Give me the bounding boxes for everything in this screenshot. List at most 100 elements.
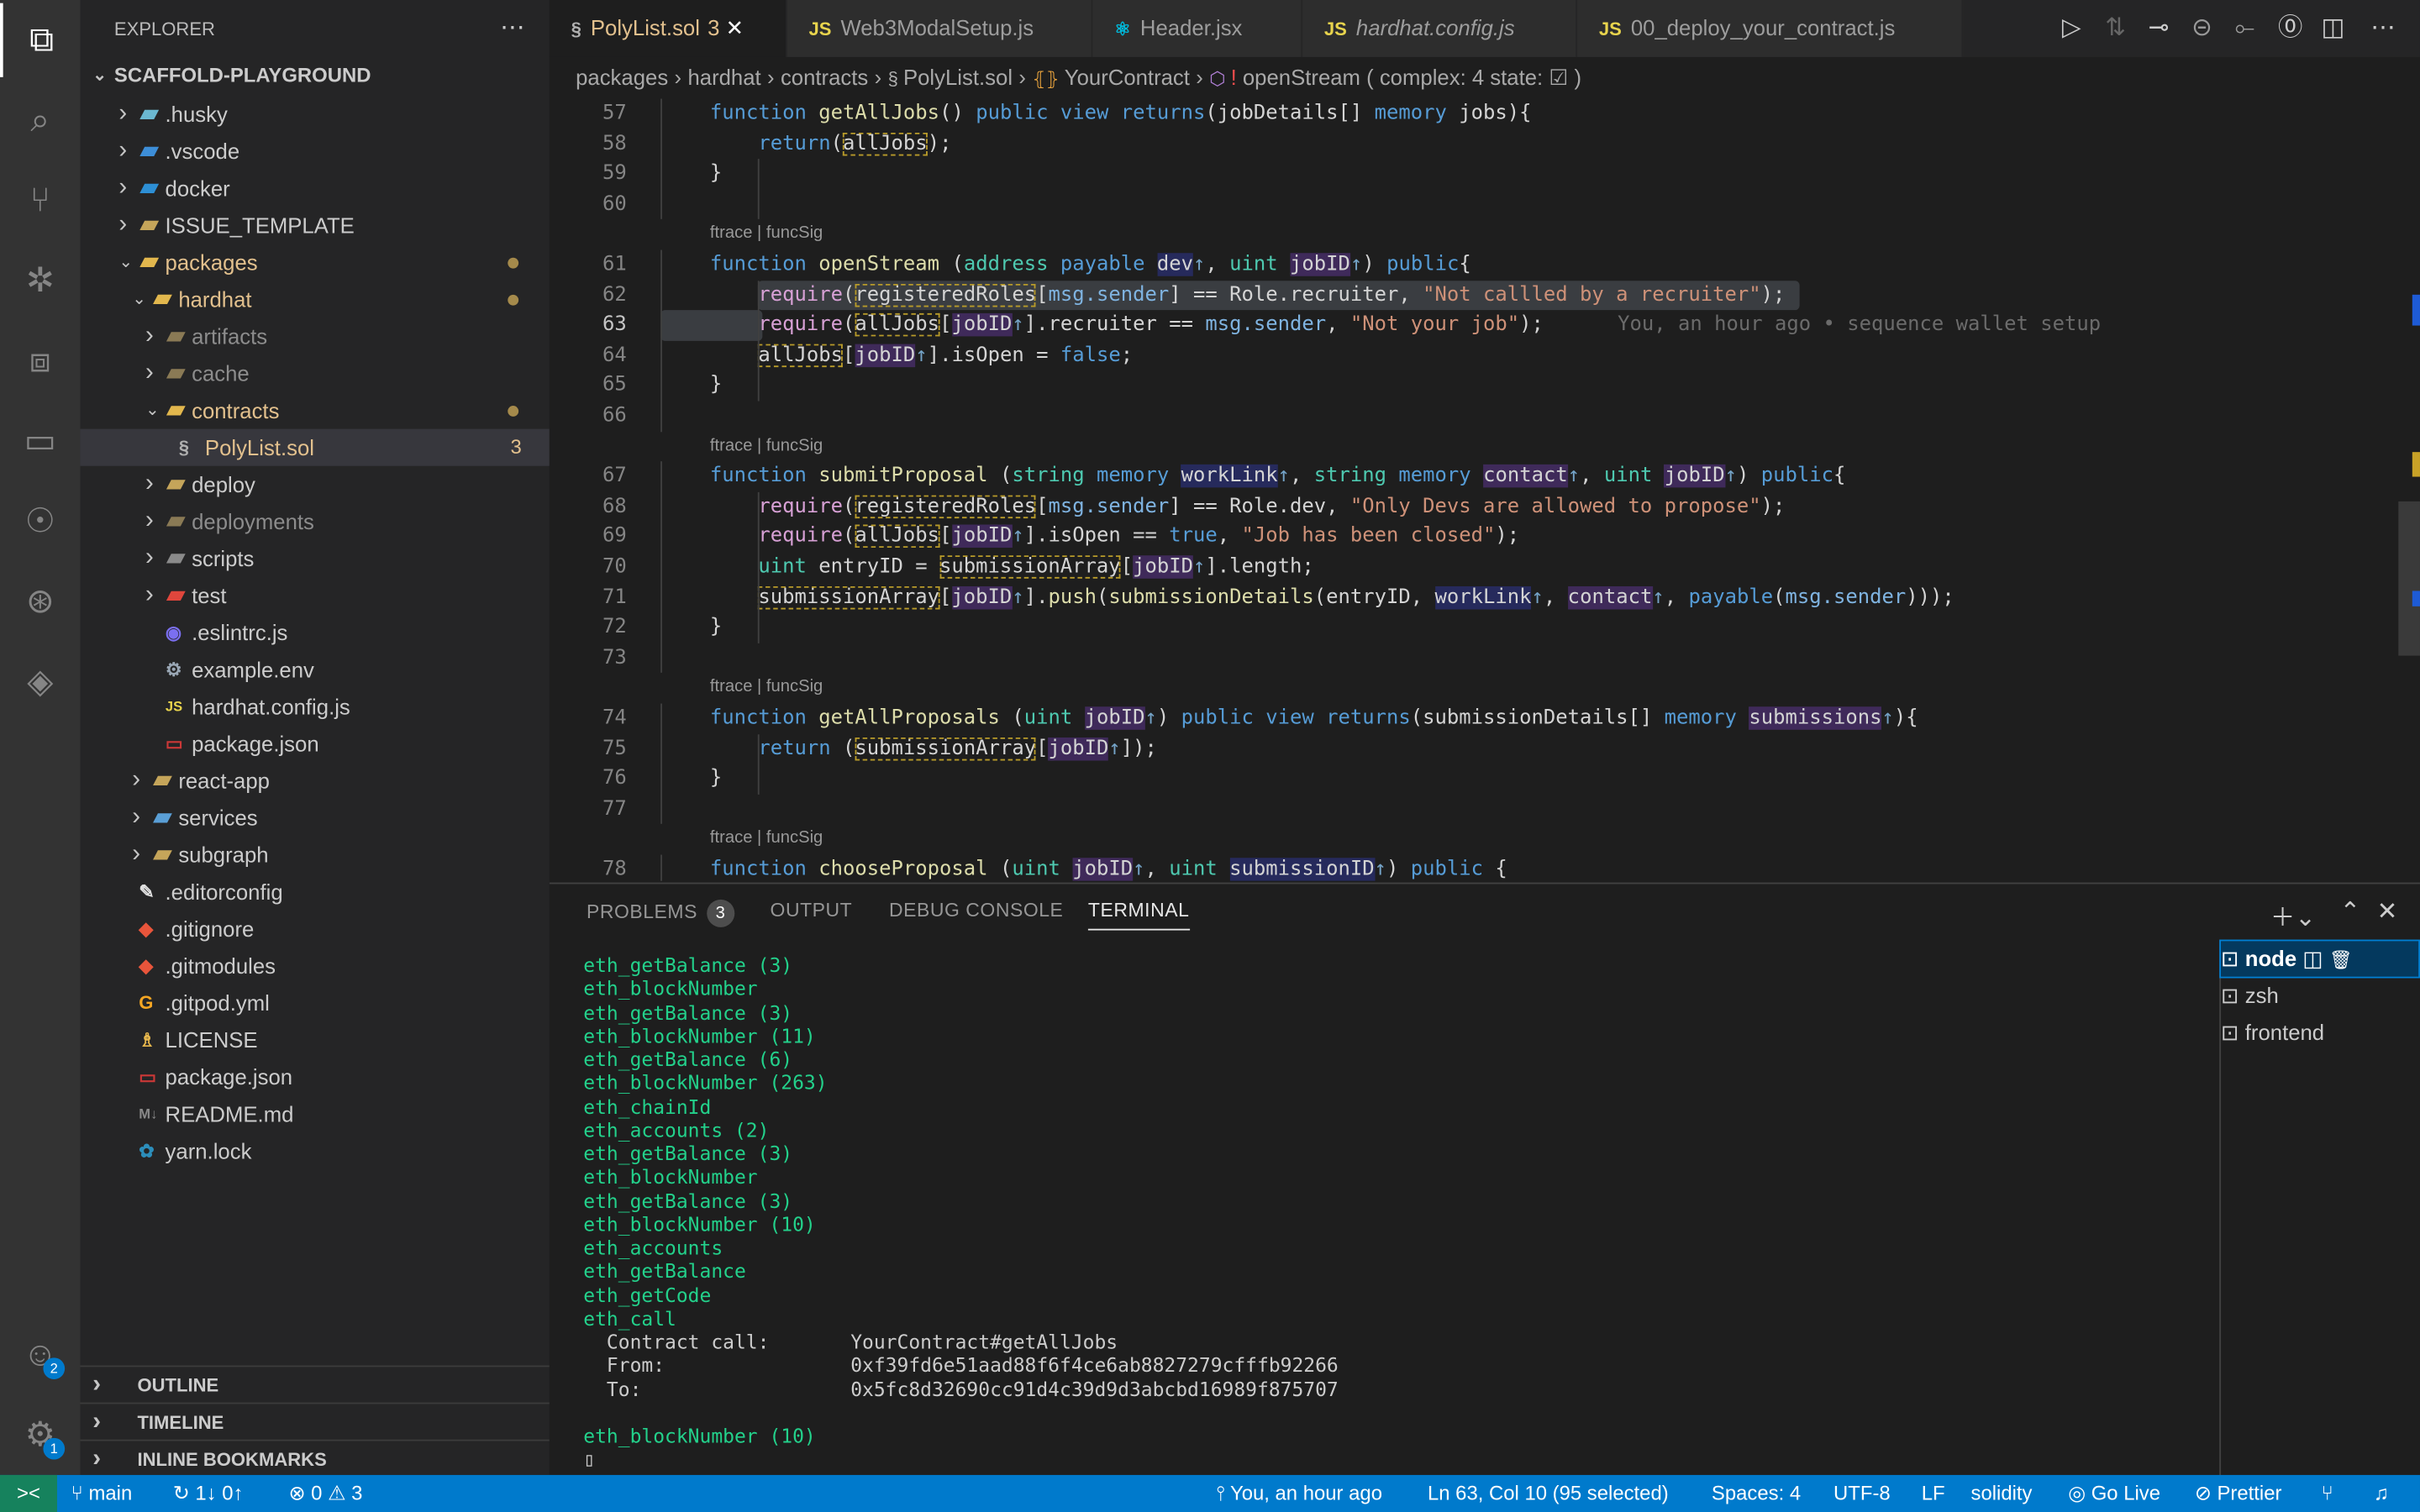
- section-outline[interactable]: › OUTLINE: [80, 1365, 550, 1404]
- live-share-icon[interactable]: ⑂: [2321, 1475, 2333, 1512]
- code-line[interactable]: 57 function getAllJobs() public view retu…: [550, 99, 2420, 129]
- tree-item[interactable]: ⌄ ▰ contracts: [81, 392, 550, 429]
- code-line[interactable]: 78 function chooseProposal (uint jobID↑, …: [550, 855, 2420, 881]
- line-ending[interactable]: LF: [1922, 1475, 1945, 1512]
- accounts-button[interactable]: ☺ 2: [0, 1318, 81, 1392]
- activity-remote-explorer[interactable]: ▭: [0, 404, 81, 478]
- more-actions-icon[interactable]: ⋯: [2370, 0, 2395, 57]
- codelens-links[interactable]: ftrace | funcSig: [710, 825, 823, 855]
- breadcrumb-item[interactable]: packages: [576, 65, 668, 89]
- code-line[interactable]: 65}: [550, 371, 2420, 402]
- cursor-position[interactable]: Ln 63, Col 10 (95 selected): [1428, 1475, 1669, 1512]
- code-line[interactable]: 59}: [550, 160, 2420, 190]
- encoding[interactable]: UTF-8: [1833, 1475, 1891, 1512]
- tree-item[interactable]: ✿ yarn.lock: [81, 1132, 550, 1169]
- tree-item[interactable]: › ▰ .vscode: [81, 133, 550, 170]
- code-line[interactable]: 73: [550, 643, 2420, 674]
- tree-item[interactable]: M↓ README.md: [81, 1095, 550, 1132]
- tree-item[interactable]: ⌄ ▰ hardhat: [81, 281, 550, 318]
- tree-item[interactable]: › ▰ ISSUE_TEMPLATE: [81, 207, 550, 244]
- manage-button[interactable]: ⚙ 1: [0, 1398, 81, 1472]
- solidity-action-icon[interactable]: ⓪: [2278, 0, 2302, 57]
- trash-icon[interactable]: 🗑: [2329, 949, 2353, 971]
- code-line[interactable]: 74 function getAllProposals (uint jobID↑)…: [550, 704, 2420, 734]
- tree-item[interactable]: G .gitpod.yml: [81, 984, 550, 1021]
- tree-item[interactable]: › ▰ scripts: [81, 540, 550, 577]
- new-terminal-icon[interactable]: ＋⌄: [2270, 896, 2316, 933]
- go-live-button[interactable]: ◎ Go Live: [2068, 1475, 2160, 1512]
- tree-item[interactable]: › ▰ deployments: [81, 503, 550, 540]
- code-line[interactable]: 63 require(allJobs[jobID↑].recruiter == …: [550, 311, 2420, 341]
- code-line[interactable]: 69 require(allJobs[jobID↑].isOpen == tru…: [550, 522, 2420, 553]
- tree-item[interactable]: › ▰ deploy: [81, 466, 550, 503]
- activity-explorer[interactable]: ⧉: [0, 3, 81, 77]
- code-line[interactable]: 66: [550, 402, 2420, 432]
- activity-run-debug[interactable]: ✲: [0, 244, 81, 318]
- tree-item[interactable]: › ▰ subgraph: [81, 837, 550, 874]
- tree-item[interactable]: JS hardhat.config.js: [81, 688, 550, 725]
- tree-item[interactable]: ◉ .eslintrc.js: [81, 614, 550, 651]
- breadcrumb-item[interactable]: PolyList.sol: [903, 65, 1013, 89]
- code-line[interactable]: 75 return (submissionArray[jobID↑]);: [550, 734, 2420, 764]
- tree-item[interactable]: § PolyList.sol 3: [80, 428, 550, 466]
- tree-item[interactable]: › ▰ services: [81, 799, 550, 836]
- tab-web3modalsetup-js[interactable]: JS Web3ModalSetup.js: [786, 0, 1093, 57]
- tree-item[interactable]: ▭ package.json: [81, 1058, 550, 1095]
- code-line[interactable]: 64 allJobs[jobID↑].isOpen = false;: [550, 341, 2420, 371]
- activity-search[interactable]: ⌕: [0, 83, 81, 157]
- breadcrumb-item[interactable]: openStream ( complex: 4 state: ☑ ): [1243, 65, 1581, 89]
- code-line[interactable]: 58 return(allJobs);: [550, 129, 2420, 160]
- tree-item[interactable]: › ▰ artifacts: [81, 318, 550, 354]
- section-inline-bookmarks[interactable]: › INLINE BOOKMARKS: [80, 1439, 550, 1478]
- tree-item[interactable]: ◆ .gitignore: [81, 911, 550, 948]
- codelens-links[interactable]: ftrace | funcSig: [710, 220, 823, 250]
- activity-github[interactable]: ☉: [0, 485, 81, 559]
- notifications-icon[interactable]: ♫: [2374, 1475, 2389, 1512]
- git-next-icon[interactable]: ⟜: [2235, 0, 2255, 57]
- code-line[interactable]: 67 function submitProposal (string memory…: [550, 462, 2420, 492]
- tree-item[interactable]: › ▰ .husky: [81, 96, 550, 133]
- code-line[interactable]: 72}: [550, 613, 2420, 643]
- indentation[interactable]: Spaces: 4: [1712, 1475, 1801, 1512]
- code-line[interactable]: 62 require(registeredRoles[msg.sender] =…: [550, 281, 2420, 311]
- terminal-output[interactable]: eth_getBalance (3) eth_blockNumber eth_get…: [583, 953, 1338, 1471]
- activity-extensions[interactable]: ⧈: [0, 324, 81, 398]
- panel-tab-debug-console[interactable]: DEBUG CONSOLE: [889, 900, 1063, 921]
- breadcrumb-item[interactable]: contracts: [781, 65, 868, 89]
- branch-button[interactable]: ⑂ main: [71, 1475, 132, 1512]
- tree-item[interactable]: ✎ .editorconfig: [81, 874, 550, 911]
- tree-item[interactable]: ⚙ example.env: [81, 651, 550, 688]
- tree-item[interactable]: ▭ package.json: [81, 725, 550, 762]
- code-editor[interactable]: 57 function getAllJobs() public view retu…: [549, 97, 2420, 881]
- tab-00-deploy-your-contract-js[interactable]: JS 00_deploy_your_contract.js: [1577, 0, 1964, 57]
- close-panel-icon[interactable]: ✕: [2377, 896, 2398, 927]
- git-previous-icon[interactable]: ⊸: [2149, 0, 2170, 57]
- activity-ethereum[interactable]: ◈: [0, 645, 81, 719]
- activity-source-control[interactable]: ⑂: [0, 164, 81, 238]
- tree-item[interactable]: ♗ LICENSE: [81, 1021, 550, 1058]
- close-icon[interactable]: ✕: [719, 15, 744, 39]
- tree-item[interactable]: ◆ .gitmodules: [81, 948, 550, 984]
- language-mode[interactable]: solidity: [1971, 1475, 2033, 1512]
- code-line[interactable]: 70 uint entryID = submissionArray[jobID↑…: [550, 553, 2420, 583]
- section-timeline[interactable]: › TIMELINE: [80, 1402, 550, 1441]
- tab-header-jsx[interactable]: ⚛ Header.jsx: [1092, 0, 1303, 57]
- code-line[interactable]: 61 function openStream (address payable d…: [550, 250, 2420, 281]
- more-actions-icon[interactable]: ⋯: [500, 13, 524, 44]
- codelens-links[interactable]: ftrace | funcSig: [710, 674, 823, 704]
- run-icon[interactable]: ▷: [2062, 0, 2081, 57]
- maximize-panel-icon[interactable]: ⌃: [2339, 896, 2360, 927]
- breadcrumb-item[interactable]: hardhat: [687, 65, 760, 89]
- tree-item[interactable]: › ▰ test: [81, 577, 550, 614]
- terminal-instance-node[interactable]: ⊡ node ◫ 🗑: [2219, 939, 2420, 979]
- tree-item[interactable]: › ▰ docker: [81, 170, 550, 207]
- remote-button[interactable]: ><: [0, 1474, 57, 1512]
- prettier-button[interactable]: ⊘ Prettier: [2195, 1475, 2282, 1512]
- code-line[interactable]: 77: [550, 795, 2420, 825]
- split-editor-icon[interactable]: ◫: [2321, 0, 2344, 57]
- problems-button[interactable]: ⊗ 0 ⚠ 3: [288, 1475, 362, 1512]
- split-terminal-icon[interactable]: ◫: [2296, 946, 2329, 970]
- code-line[interactable]: 76}: [550, 764, 2420, 795]
- git-commit-icon[interactable]: ⊝: [2191, 0, 2212, 57]
- workspace-root[interactable]: ⌄ SCAFFOLD-PLAYGROUND: [81, 57, 550, 94]
